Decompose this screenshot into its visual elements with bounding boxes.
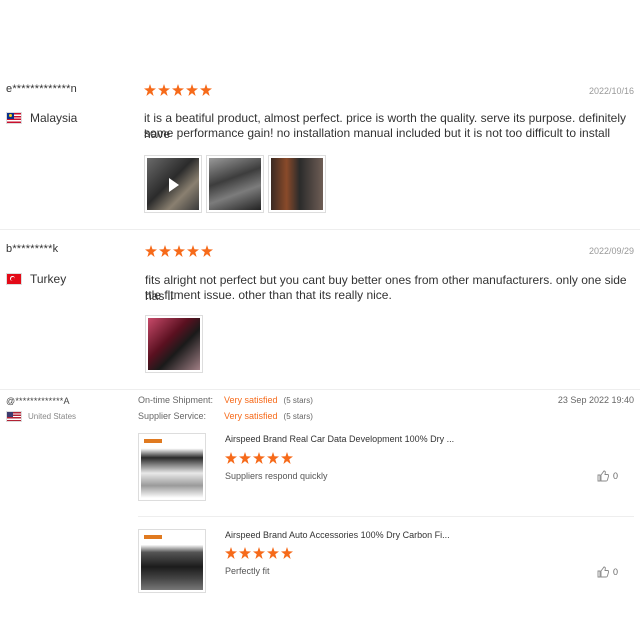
country-label: United States (28, 412, 77, 421)
star-icon (253, 452, 265, 464)
review-text-line: ttle fitment issue. other than that its … (145, 288, 392, 302)
reviewer-name: b*********k (6, 243, 59, 255)
shipment-rating-row: On-time Shipment: Very satisfied (5 star… (138, 395, 313, 405)
review-text-line: some performance gain! no installation m… (144, 126, 611, 140)
star-icon (225, 547, 237, 559)
review-date: 2022/09/29 (588, 246, 634, 256)
product-rating-stars (225, 547, 293, 559)
usa-flag-icon (6, 411, 22, 422)
shipment-value: Very satisfied (224, 395, 278, 405)
reviewer-name: @*************A (6, 396, 70, 406)
star-icon (145, 245, 157, 257)
star-icon (158, 84, 170, 96)
star-icon (239, 452, 251, 464)
product-title-link[interactable]: Airspeed Brand Real Car Data Development… (225, 434, 454, 444)
star-icon (281, 452, 293, 464)
star-icon (144, 84, 156, 96)
star-icon (267, 547, 279, 559)
review-date: 23 Sep 2022 19:40 (557, 395, 634, 405)
divider (0, 389, 640, 390)
service-rating-row: Supplier Service: Very satisfied (5 star… (138, 411, 313, 421)
star-icon (186, 84, 198, 96)
like-count: 0 (613, 567, 619, 577)
star-icon (225, 452, 237, 464)
star-icon (201, 245, 213, 257)
star-icon (267, 452, 279, 464)
divider (0, 229, 640, 230)
reviewer-name: e*************n (6, 83, 77, 95)
product-thumbnail[interactable] (138, 433, 206, 501)
review-date: 2022/10/16 (588, 86, 634, 96)
star-icon (281, 547, 293, 559)
malaysia-flag-icon (6, 112, 22, 124)
star-icon (200, 84, 212, 96)
review-photo-thumbnail[interactable] (268, 155, 326, 213)
product-comment: Suppliers respond quickly (225, 471, 328, 481)
shipment-stars: (5 stars) (283, 395, 313, 405)
turkey-flag-icon (6, 273, 22, 285)
like-count: 0 (613, 471, 619, 481)
product-thumbnail[interactable] (138, 529, 206, 593)
star-icon (159, 245, 171, 257)
country-label: Turkey (30, 272, 67, 286)
review-photo-thumbnail[interactable] (206, 155, 264, 213)
play-icon (169, 178, 179, 192)
thumbs-up-icon (597, 470, 609, 482)
thumbs-up-icon (597, 566, 609, 578)
product-rating-stars (225, 452, 293, 464)
reviewer-country: United States (6, 411, 76, 422)
service-value: Very satisfied (224, 411, 278, 421)
star-icon (187, 245, 199, 257)
divider (138, 516, 634, 517)
rating-stars (145, 245, 213, 257)
product-title-link[interactable]: Airspeed Brand Auto Accessories 100% Dry… (225, 530, 450, 540)
shipment-label: On-time Shipment: (138, 395, 214, 405)
review-photo-thumbnail[interactable] (145, 315, 203, 373)
star-icon (239, 547, 251, 559)
reviewer-country: Turkey (6, 272, 66, 286)
product-comment: Perfectly fit (225, 566, 270, 576)
service-label: Supplier Service: (138, 411, 207, 421)
like-button[interactable]: 0 (597, 566, 618, 578)
service-stars: (5 stars) (283, 411, 313, 421)
star-icon (173, 245, 185, 257)
review-video-thumbnail[interactable] (144, 155, 202, 213)
star-icon (172, 84, 184, 96)
star-icon (253, 547, 265, 559)
rating-stars (144, 84, 212, 96)
country-label: Malaysia (30, 111, 78, 125)
reviewer-country: Malaysia (6, 111, 77, 125)
like-button[interactable]: 0 (597, 470, 618, 482)
